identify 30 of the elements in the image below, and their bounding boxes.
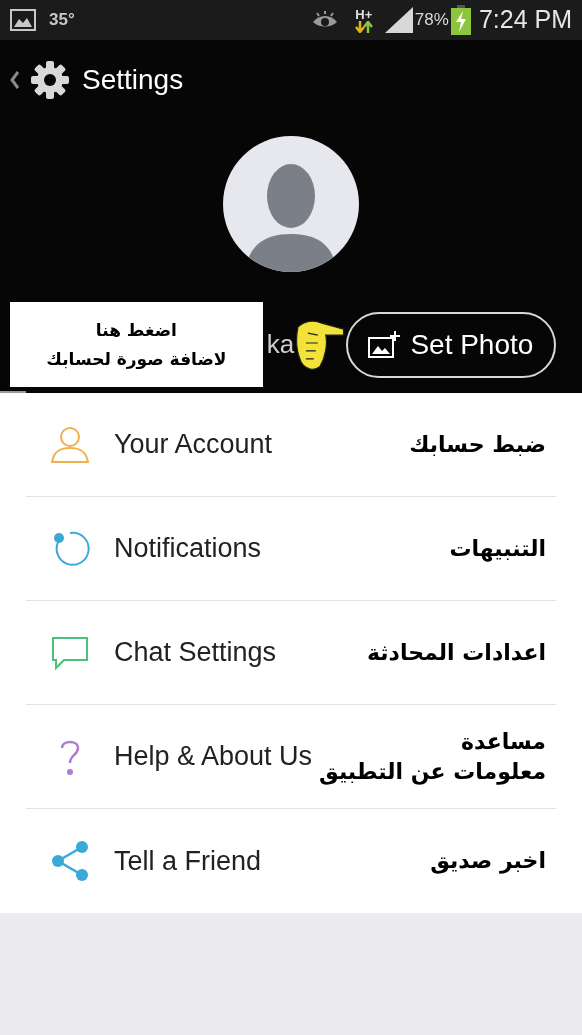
clock: 7:24 PM xyxy=(478,4,572,36)
data-arrows-icon xyxy=(354,20,373,33)
battery-charging-icon xyxy=(450,5,471,35)
add-image-icon xyxy=(368,330,401,359)
network-type: H+ xyxy=(355,7,373,21)
temperature: 35° xyxy=(49,9,75,32)
image-icon xyxy=(10,9,36,31)
menu-label: Your Account xyxy=(114,428,273,462)
share-icon xyxy=(50,840,90,882)
callout-text: اضغط هنا xyxy=(95,321,177,339)
menu-label: Notifications xyxy=(114,532,262,566)
annotation-text: معلومات عن التطبيق xyxy=(319,757,546,785)
annotation-text: ضبط حسابك xyxy=(409,430,546,459)
annotation-text: اعدادات المحادثة xyxy=(367,638,546,667)
settings-icon[interactable] xyxy=(30,60,70,100)
signal-icon xyxy=(384,7,413,33)
set-photo-button[interactable]: Set Photo xyxy=(345,311,556,378)
person-icon xyxy=(50,425,90,464)
callout-text: لاضافة صورة لحسابك xyxy=(46,350,227,368)
battery-level: 78% xyxy=(414,9,449,32)
menu-label: Chat Settings xyxy=(114,636,277,670)
chat-bubble-icon xyxy=(50,634,90,671)
annotation-text: التنبيهات xyxy=(449,534,546,563)
back-icon[interactable] xyxy=(10,70,20,90)
user-name: ka xyxy=(266,328,295,361)
menu-label: Help & About Us xyxy=(114,740,313,774)
annotation-text: مساعدة xyxy=(461,728,546,756)
screen-title: Settings xyxy=(82,63,184,97)
annotation-text: اخبر صديق xyxy=(430,847,546,875)
menu-label: Tell a Friend xyxy=(114,844,262,878)
